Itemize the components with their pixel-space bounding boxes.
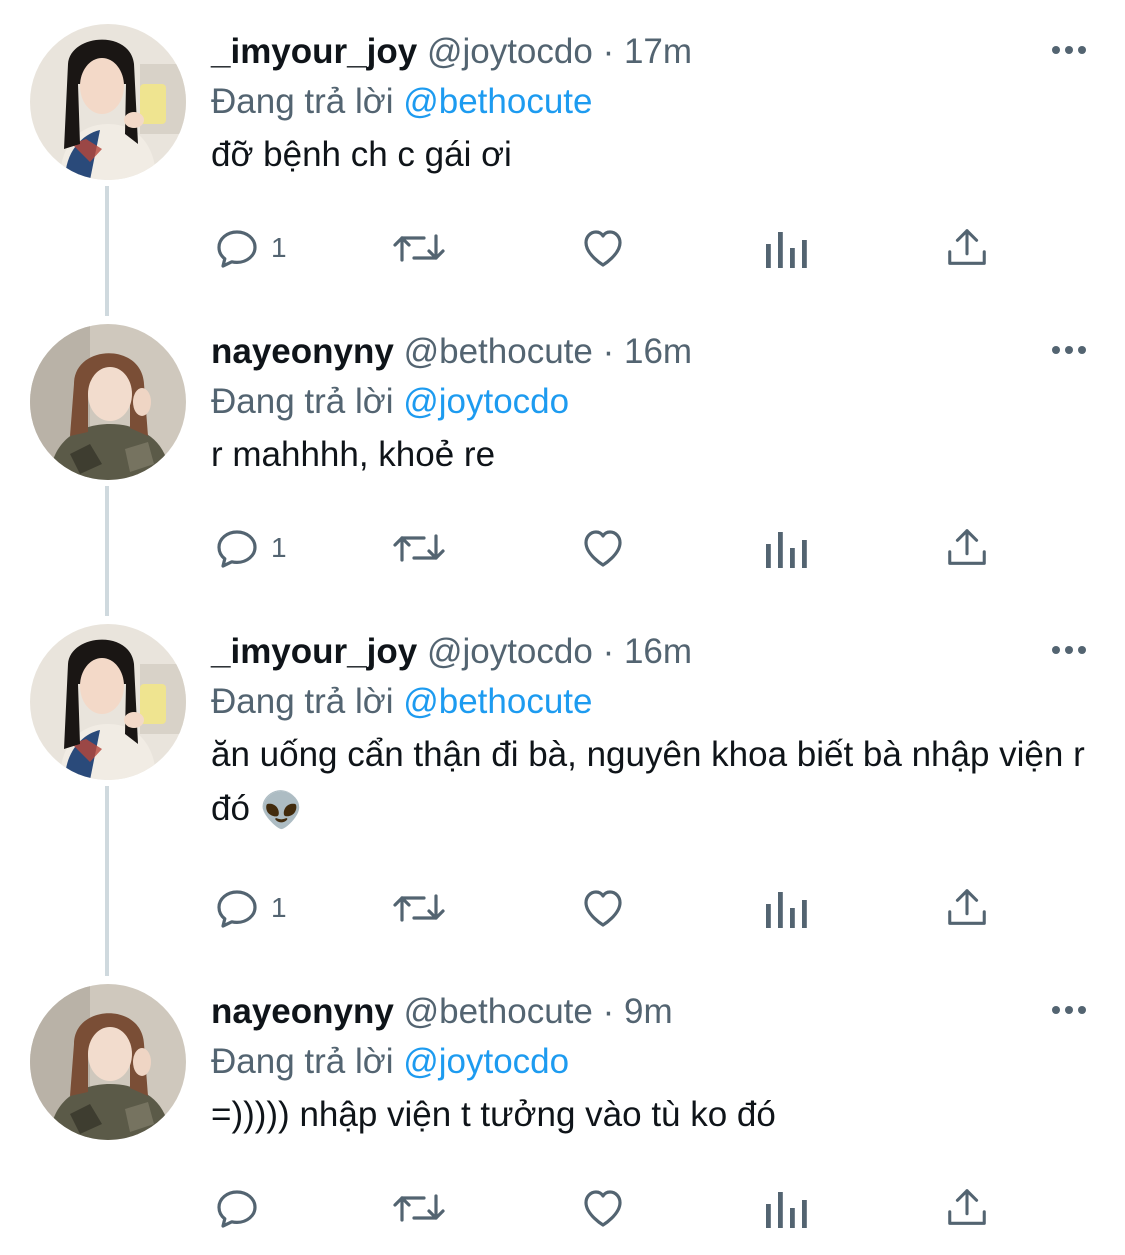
reply-count: 1 [271,532,287,563]
share-button[interactable] [944,1178,990,1238]
action-bar: 1 [0,518,1125,578]
replying-label: Đang trả lời [211,82,394,121]
share-button[interactable] [944,878,990,938]
reply-button[interactable]: 1 [213,218,287,278]
like-icon [584,230,622,267]
like-icon [584,1190,622,1227]
reply-count: 1 [271,892,287,923]
more-icon[interactable] [1049,630,1089,670]
timestamp[interactable]: · 16m [603,332,692,371]
share-icon [948,889,986,925]
retweet-button[interactable] [390,1178,448,1238]
alien-emoji: 👽 [259,790,304,830]
display-name[interactable]: _imyour_joy [211,632,417,671]
retweet-button[interactable] [390,218,448,278]
display-name[interactable]: nayeonyny [211,332,394,371]
handle[interactable]: @bethocute [404,992,593,1031]
reply-icon [217,1190,257,1228]
handle[interactable]: @joytocdo [427,32,593,71]
retweet-icon [393,234,445,262]
views-icon [766,232,807,268]
tweet-text-content: đỡ bệnh ch c gái ơi [211,135,512,174]
like-button[interactable] [578,1178,628,1238]
retweet-icon [393,894,445,922]
views-icon [766,892,807,928]
avatar[interactable] [30,984,186,1140]
views-button[interactable] [764,878,808,938]
display-name[interactable]: nayeonyny [211,992,394,1031]
views-icon [766,532,807,568]
tweet[interactable]: _imyour_joy @joytocdo · 16m Đang trả lời… [0,600,1125,960]
avatar[interactable] [30,324,186,480]
replying-label: Đang trả lời [211,1042,394,1081]
like-button[interactable] [578,518,628,578]
tweet-text: =))))) nhập viện t tưởng vào tù ko đó [211,1088,1091,1142]
action-bar [0,1178,1125,1238]
more-icon[interactable] [1049,330,1089,370]
share-icon [948,229,986,265]
tweet-text-content: =))))) nhập viện t tưởng vào tù ko đó [211,1095,776,1134]
avatar[interactable] [30,24,186,180]
like-button[interactable] [578,878,628,938]
share-button[interactable] [944,518,990,578]
views-button[interactable] [764,218,808,278]
more-icon[interactable] [1049,30,1089,70]
like-icon [584,890,622,927]
replying-label: Đang trả lời [211,682,394,721]
tweet-text-content: ăn uống cẩn thận đi bà, nguyên khoa biết… [211,735,1085,828]
tweet-text: ăn uống cẩn thận đi bà, nguyên khoa biết… [211,728,1091,838]
handle[interactable]: @joytocdo [427,632,593,671]
replying-to: Đang trả lời @joytocdo [211,1036,569,1088]
replying-to: Đang trả lời @bethocute [211,676,592,728]
share-icon [948,1189,986,1225]
share-icon [948,529,986,565]
views-icon [766,1192,807,1228]
mention-link[interactable]: @joytocdo [403,1042,569,1081]
tweet[interactable]: _imyour_joy @joytocdo · 17m Đang trả lời… [0,0,1125,300]
mention-link[interactable]: @bethocute [403,682,592,721]
timestamp[interactable]: · 16m [603,632,692,671]
display-name[interactable]: _imyour_joy [211,32,417,71]
like-button[interactable] [578,218,628,278]
reply-icon [217,230,257,268]
action-bar: 1 [0,878,1125,938]
tweet-header: nayeonyny @bethocute · 9m [211,986,1025,1038]
views-button[interactable] [764,518,808,578]
tweet-header: _imyour_joy @joytocdo · 16m [211,626,1025,678]
reply-button[interactable]: 1 [213,878,287,938]
more-icon[interactable] [1049,990,1089,1030]
tweet-text-content: r mahhhh, khoẻ re [211,435,496,474]
tweet[interactable]: nayeonyny @bethocute · 16m Đang trả lời … [0,300,1125,600]
retweet-icon [393,1194,445,1222]
tweet-header: _imyour_joy @joytocdo · 17m [211,26,1025,78]
mention-link[interactable]: @joytocdo [403,382,569,421]
views-button[interactable] [764,1178,808,1238]
reply-count: 1 [271,232,287,263]
retweet-button[interactable] [390,518,448,578]
replying-to: Đang trả lời @bethocute [211,76,592,128]
replying-label: Đang trả lời [211,382,394,421]
replying-to: Đang trả lời @joytocdo [211,376,569,428]
timestamp[interactable]: · 9m [603,992,673,1031]
reply-button[interactable]: 1 [213,518,287,578]
like-icon [584,530,622,567]
reply-icon [217,890,257,928]
tweet-header: nayeonyny @bethocute · 16m [211,326,1025,378]
action-bar: 1 [0,218,1125,278]
handle[interactable]: @bethocute [404,332,593,371]
reply-button[interactable] [213,1178,271,1238]
retweet-icon [393,534,445,562]
tweet-text: r mahhhh, khoẻ re [211,428,1091,482]
retweet-button[interactable] [390,878,448,938]
avatar[interactable] [30,624,186,780]
tweet-text: đỡ bệnh ch c gái ơi [211,128,1091,182]
timestamp[interactable]: · 17m [603,32,692,71]
share-button[interactable] [944,218,990,278]
tweet[interactable]: nayeonyny @bethocute · 9m Đang trả lời @… [0,960,1125,1255]
reply-icon [217,530,257,568]
mention-link[interactable]: @bethocute [403,82,592,121]
